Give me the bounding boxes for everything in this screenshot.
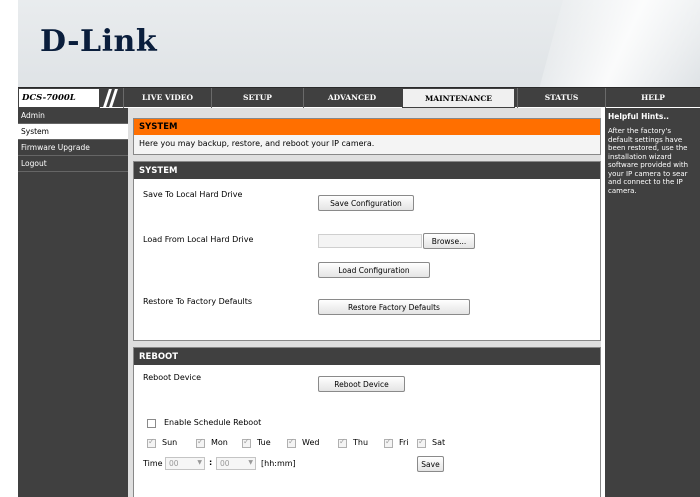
browse-button[interactable]: Browse... (423, 233, 475, 249)
reboot-panel: REBOOT Reboot Device Reboot Device Enabl… (133, 347, 601, 497)
day-label-sun: Sun (162, 438, 178, 447)
day-checkbox-thu[interactable] (338, 437, 347, 448)
tab-maintenance[interactable]: MAINTENANCE (402, 88, 515, 108)
day-checkbox-mon[interactable] (196, 437, 205, 448)
hints-text: After the factory's default settings hav… (608, 127, 689, 195)
restore-defaults-label: Restore To Factory Defaults (143, 297, 253, 306)
save-local-label: Save To Local Hard Drive (143, 190, 243, 199)
day-label-fri: Fri (399, 438, 409, 447)
sidebar-item-logout[interactable]: Logout (18, 156, 128, 172)
reboot-title: REBOOT (134, 348, 600, 365)
model-name: DCS-7000L (18, 88, 100, 108)
tab-live-video[interactable]: LIVE VIDEO (123, 88, 211, 108)
restore-factory-defaults-button[interactable]: Restore Factory Defaults (318, 299, 470, 315)
schedule-save-button[interactable]: Save (417, 456, 444, 472)
tab-status[interactable]: STATUS (517, 88, 605, 108)
tab-setup[interactable]: SETUP (211, 88, 303, 108)
dlink-logo: D-Link (40, 24, 158, 59)
save-configuration-button[interactable]: Save Configuration (318, 195, 414, 211)
day-label-thu: Thu (353, 438, 369, 447)
system-panel: SYSTEM Save To Local Hard Drive Save Con… (133, 161, 601, 341)
day-label-tue: Tue (257, 438, 271, 447)
minute-value: 00 (220, 459, 230, 468)
day-label-mon: Mon (211, 438, 228, 447)
hints-title: Helpful Hints.. (608, 112, 670, 121)
reboot-device-button[interactable]: Reboot Device (318, 376, 405, 392)
day-label-wed: Wed (302, 438, 320, 447)
tab-help[interactable]: HELP (605, 88, 700, 108)
day-checkbox-wed[interactable] (287, 437, 296, 448)
time-label: Time (143, 459, 163, 468)
load-configuration-button[interactable]: Load Configuration (318, 262, 430, 278)
header-decoration (527, 0, 700, 87)
load-local-label: Load From Local Hard Drive (143, 235, 254, 244)
system-title: SYSTEM (134, 162, 600, 179)
sidebar-item-firmware-upgrade[interactable]: Firmware Upgrade (18, 140, 128, 156)
hour-select[interactable]: 00 ▼ (165, 457, 205, 470)
day-checkbox-fri[interactable] (384, 437, 393, 448)
main-content: SYSTEM Here you may backup, restore, and… (128, 108, 601, 497)
day-label-sat: Sat (432, 438, 446, 447)
minute-select[interactable]: 00 ▼ (216, 457, 256, 470)
intro-title: SYSTEM (134, 119, 600, 135)
time-format-hint: [hh:mm] (261, 459, 296, 468)
time-separator: : (209, 458, 213, 467)
day-checkbox-tue[interactable] (242, 437, 251, 448)
intro-panel: SYSTEM Here you may backup, restore, and… (133, 118, 601, 155)
file-path-input[interactable] (318, 234, 422, 248)
enable-schedule-checkbox[interactable] (147, 419, 156, 428)
chevron-down-icon: ▼ (248, 459, 253, 466)
reboot-device-label: Reboot Device (143, 373, 202, 382)
helpful-hints-panel: Helpful Hints.. After the factory's defa… (605, 108, 700, 497)
day-checkbox-sun[interactable] (147, 437, 156, 448)
sidebar-item-admin[interactable]: Admin (18, 108, 128, 124)
sidebar: Admin System Firmware Upgrade Logout (18, 108, 128, 497)
tab-advanced[interactable]: ADVANCED (303, 88, 400, 108)
day-checkbox-sat[interactable] (417, 437, 426, 448)
enable-schedule-label: Enable Schedule Reboot (164, 418, 262, 427)
hour-value: 00 (169, 459, 179, 468)
sidebar-item-system[interactable]: System (18, 124, 128, 140)
top-nav: DCS-7000L LIVE VIDEO SETUP ADVANCED MAIN… (18, 87, 700, 108)
header-banner: D-Link (18, 0, 700, 87)
intro-text: Here you may backup, restore, and reboot… (134, 135, 600, 154)
chevron-down-icon: ▼ (197, 459, 202, 466)
